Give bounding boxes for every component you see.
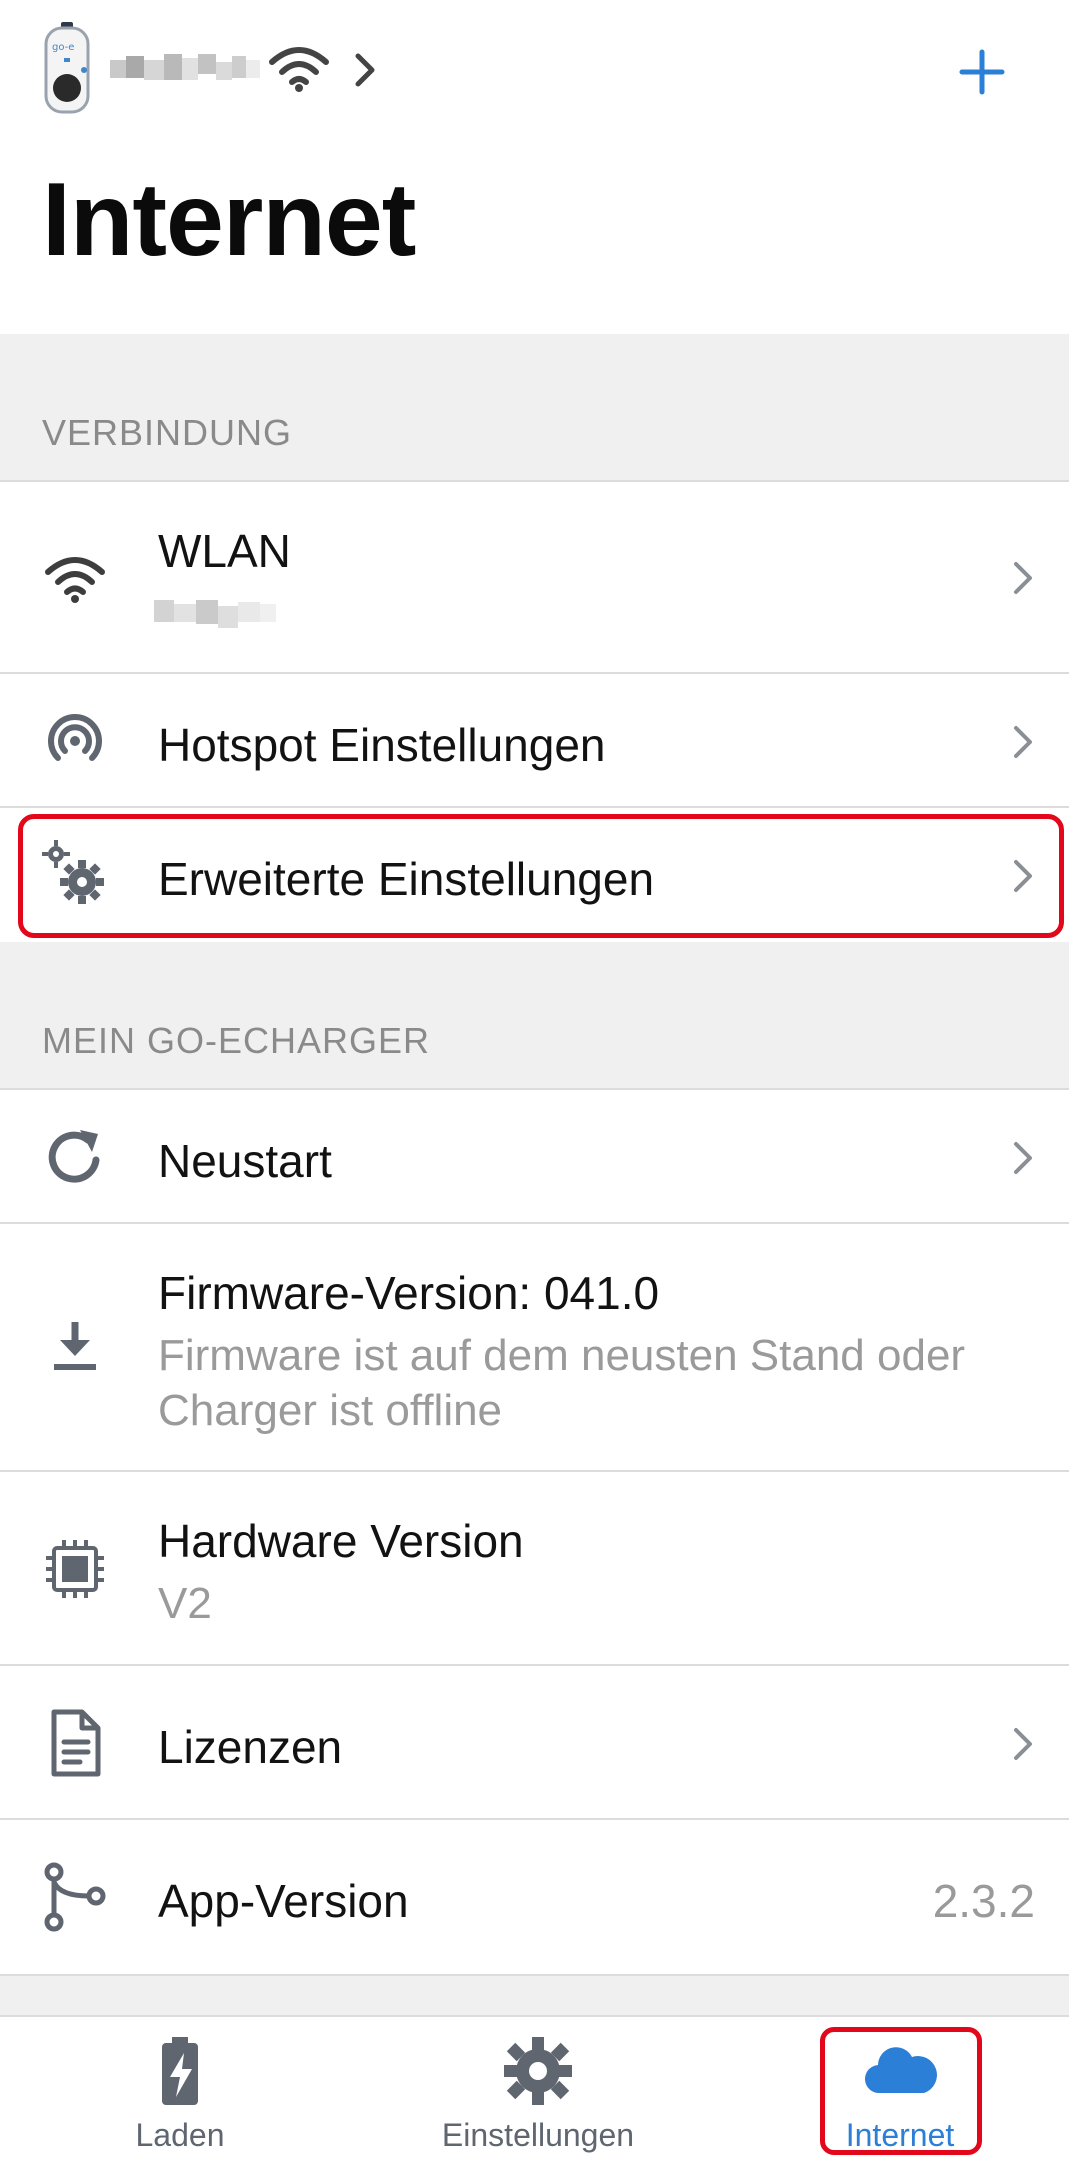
charger-device-icon[interactable]: go-e bbox=[40, 22, 94, 114]
wlan-network-name bbox=[154, 592, 280, 632]
chevron-right-icon bbox=[1010, 722, 1036, 762]
tab-laden[interactable]: Laden bbox=[60, 2017, 300, 2158]
hardware-version-value: V2 bbox=[158, 1579, 212, 1628]
list-item-hardware-version: Hardware Version V2 bbox=[0, 1470, 1069, 1666]
add-device-button[interactable] bbox=[950, 40, 1014, 104]
chevron-right-icon bbox=[1010, 1138, 1036, 1178]
list-item-app-version: App-Version 2.3.2 bbox=[0, 1818, 1069, 1976]
top-bar: go-e bbox=[0, 0, 1069, 140]
branch-icon bbox=[40, 1862, 110, 1932]
tab-label: Laden bbox=[135, 2117, 225, 2153]
app-version-label: App-Version bbox=[158, 1875, 409, 1927]
list-item-licenses[interactable]: Lizenzen bbox=[0, 1664, 1069, 1820]
cloud-icon bbox=[860, 2031, 940, 2111]
section-header-verbindung: VERBINDUNG bbox=[0, 334, 1069, 482]
wlan-label: WLAN bbox=[158, 525, 291, 577]
svg-text:go-e: go-e bbox=[52, 42, 74, 53]
list-item-hotspot[interactable]: Hotspot Einstellungen bbox=[0, 672, 1069, 808]
firmware-version-label: Firmware-Version: 041.0 bbox=[158, 1267, 660, 1319]
list-item-advanced-settings[interactable]: Erweiterte Einstellungen bbox=[0, 806, 1069, 942]
list-item-wlan[interactable]: WLAN bbox=[0, 480, 1069, 674]
tab-label: Einstellungen bbox=[441, 2117, 635, 2153]
tab-internet[interactable]: Internet bbox=[780, 2017, 1020, 2158]
hardware-version-label: Hardware Version bbox=[158, 1515, 524, 1567]
bottom-navigation: Laden Einstellungen Internet bbox=[0, 2015, 1069, 2158]
section-label: VERBINDUNG bbox=[42, 412, 293, 453]
device-chevron-right-icon[interactable] bbox=[352, 52, 378, 88]
internet-screen: go-e Internet VERBINDUNG WLAN Hotspot Ei… bbox=[0, 0, 1069, 2158]
hotspot-label: Hotspot Einstellungen bbox=[158, 719, 606, 771]
tab-label: Internet bbox=[845, 2117, 955, 2153]
restart-icon bbox=[40, 1122, 110, 1192]
hotspot-icon bbox=[40, 706, 110, 776]
document-icon bbox=[40, 1708, 110, 1778]
list-item-firmware: Firmware-Version: 041.0 Firmware ist auf… bbox=[0, 1222, 1069, 1472]
gears-icon bbox=[40, 838, 110, 908]
chevron-right-icon bbox=[1010, 856, 1036, 896]
licenses-label: Lizenzen bbox=[158, 1721, 343, 1773]
firmware-status-text: Firmware ist auf dem neusten Stand oder … bbox=[158, 1331, 966, 1435]
gear-icon bbox=[498, 2031, 578, 2111]
wifi-status-icon bbox=[268, 44, 330, 94]
section-label: MEIN GO-ECHARGER bbox=[42, 1020, 431, 1061]
list-item-restart[interactable]: Neustart bbox=[0, 1088, 1069, 1224]
bottom-spacer bbox=[0, 1976, 1069, 2016]
chevron-right-icon bbox=[1010, 558, 1036, 598]
chevron-right-icon bbox=[1010, 1724, 1036, 1764]
page-title: Internet bbox=[42, 162, 416, 278]
restart-label: Neustart bbox=[158, 1135, 332, 1187]
download-icon bbox=[40, 1312, 110, 1382]
device-name[interactable] bbox=[110, 50, 270, 90]
wifi-icon bbox=[40, 544, 110, 614]
chip-icon bbox=[40, 1534, 110, 1604]
battery-charging-icon bbox=[140, 2031, 220, 2111]
advanced-settings-label: Erweiterte Einstellungen bbox=[158, 853, 655, 905]
tab-einstellungen[interactable]: Einstellungen bbox=[418, 2017, 658, 2158]
app-version-value: 2.3.2 bbox=[932, 1875, 1035, 1927]
section-header-mein-go-echarger: MEIN GO-ECHARGER bbox=[0, 942, 1069, 1090]
